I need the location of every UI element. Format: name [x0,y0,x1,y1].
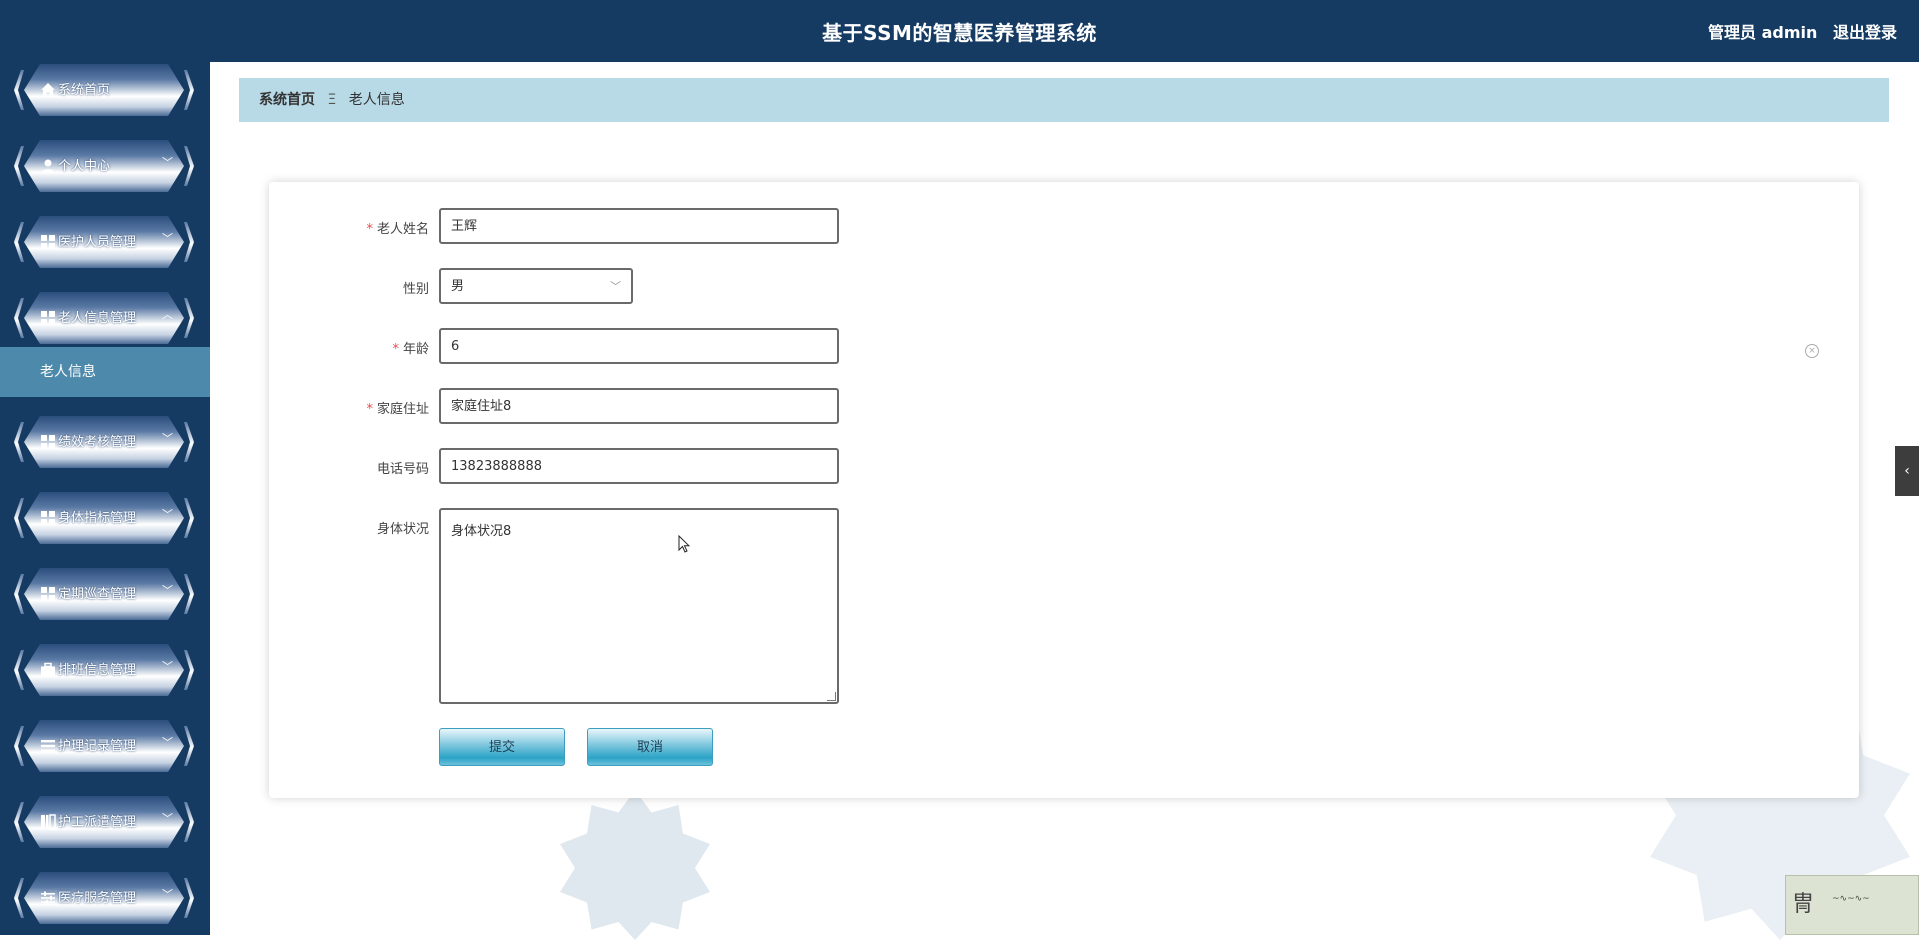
clear-icon[interactable]: × [1805,344,1819,358]
columns-icon [41,814,56,830]
submit-button[interactable]: 提交 [439,728,565,766]
gender-select[interactable]: 男 ﹀ [439,268,633,304]
sidebar-item-label: 老人信息管理 [58,311,137,326]
collapse-panel-button[interactable]: ‹ [1895,446,1919,496]
field-label: 电话号码 [376,462,429,477]
background-decoration [560,790,710,940]
required-mark: * [366,402,373,417]
mouse-cursor-icon [678,535,690,553]
sidebar-item-medical-service[interactable]: 医疗服务管理 ﹀ [14,872,194,924]
required-mark: * [392,342,399,357]
health-textarea[interactable]: 身体状况8 [439,508,839,704]
phone-input[interactable]: 13823888888 [439,448,839,484]
sidebar-item-elder-info[interactable]: 老人信息管理 ︿ [14,292,194,344]
sidebar-item-label: 医护人员管理 [58,235,137,250]
breadcrumb-home[interactable]: 系统首页 [259,92,315,108]
sidebar-item-performance[interactable]: 绩效考核管理 ﹀ [14,416,194,468]
thumbnail-decoration: ~∿~∿~ [1832,894,1870,904]
sidebar-item-label: 定期巡查管理 [58,587,137,602]
chevron-down-icon: ﹀ [162,736,173,749]
chevron-down-icon: ﹀ [162,660,173,673]
breadcrumb-current: 老人信息 [348,92,405,108]
field-label: 性别 [402,282,429,297]
grid-icon [41,235,55,249]
grid-icon [41,511,55,525]
sidebar-item-profile[interactable]: 个人中心 ﹀ [14,140,194,192]
chevron-up-icon: ︿ [162,308,173,321]
sidebar-item-body-index[interactable]: 身体指标管理 ﹀ [14,492,194,544]
sidebar-item-dispatch[interactable]: 护工派遣管理 ﹀ [14,796,194,848]
thumbnail-glyph-icon: 冑 [1792,892,1815,917]
cancel-button[interactable]: 取消 [587,728,713,766]
sidebar-item-schedule[interactable]: 排班信息管理 ﹀ [14,644,194,696]
sidebar-item-home[interactable]: 系统首页 [14,64,194,116]
resize-handle[interactable] [827,692,836,701]
required-mark: * [366,222,373,237]
elder-info-form: * 老人姓名 王辉 性别 男 ﹀ * 年龄 6 * 家庭住址 家庭住址8 电话号码 1… [269,182,1859,798]
sidebar-item-label: 绩效考核管理 [58,435,137,450]
age-input[interactable]: 6 [439,328,839,364]
sidebar: 系统首页 个人中心 ﹀ 医护人员管理 ﹀ 老人信息管理 ︿ 老人信息 绩效考核管… [0,62,210,935]
sidebar-item-label: 排班信息管理 [58,663,137,678]
field-label: 身体状况 [376,522,429,537]
field-label: * 家庭住址 [366,402,429,417]
chevron-down-icon: ﹀ [162,584,173,597]
grid-icon [41,435,55,449]
sliders-icon [41,891,55,905]
briefcase-icon [41,662,55,677]
chevron-down-icon: ﹀ [162,812,173,825]
field-label: * 年龄 [392,342,429,357]
name-input[interactable]: 王辉 [439,208,839,244]
top-header: 基于SSM的智慧医养管理系统 管理员 admin 退出登录 [0,0,1919,62]
app-title: 基于SSM的智慧医养管理系统 [822,21,1097,45]
user-icon [41,159,55,173]
logout-link[interactable]: 退出登录 [1833,23,1897,42]
sidebar-item-label: 护工派遣管理 [58,815,137,830]
sidebar-subitem-elder-info[interactable]: 老人信息 [0,347,210,397]
breadcrumb: 系统首页 Ξ 老人信息 [239,78,1889,122]
sidebar-item-label: 护理记录管理 [58,739,137,754]
sidebar-item-patrol[interactable]: 定期巡查管理 ﹀ [14,568,194,620]
chevron-down-icon: ﹀ [610,280,621,293]
sidebar-item-nursing-record[interactable]: 护理记录管理 ﹀ [14,720,194,772]
sidebar-item-label: 身体指标管理 [58,511,137,526]
thumbnail-widget[interactable]: 冑 ~∿~∿~ [1785,875,1919,935]
sidebar-subitem-label: 老人信息 [40,364,96,380]
sidebar-item-label: 医疗服务管理 [58,891,137,906]
user-area: 管理员 admin 退出登录 [1698,0,1897,62]
sidebar-item-label: 个人中心 [58,159,111,174]
field-label: * 老人姓名 [366,222,429,237]
current-user: 管理员 admin [1708,23,1818,42]
grid-icon [41,311,55,325]
chevron-down-icon: ﹀ [162,888,173,901]
grid-icon [41,587,55,601]
chevron-down-icon: ﹀ [162,232,173,245]
breadcrumb-separator: Ξ [327,92,337,108]
chevron-down-icon: ﹀ [162,432,173,445]
chevron-down-icon: ﹀ [162,508,173,521]
sidebar-item-label: 系统首页 [58,83,111,98]
chevron-down-icon: ﹀ [162,156,173,169]
sidebar-item-medical-staff[interactable]: 医护人员管理 ﹀ [14,216,194,268]
list-icon [41,740,55,752]
home-icon [41,83,55,97]
address-input[interactable]: 家庭住址8 [439,388,839,424]
